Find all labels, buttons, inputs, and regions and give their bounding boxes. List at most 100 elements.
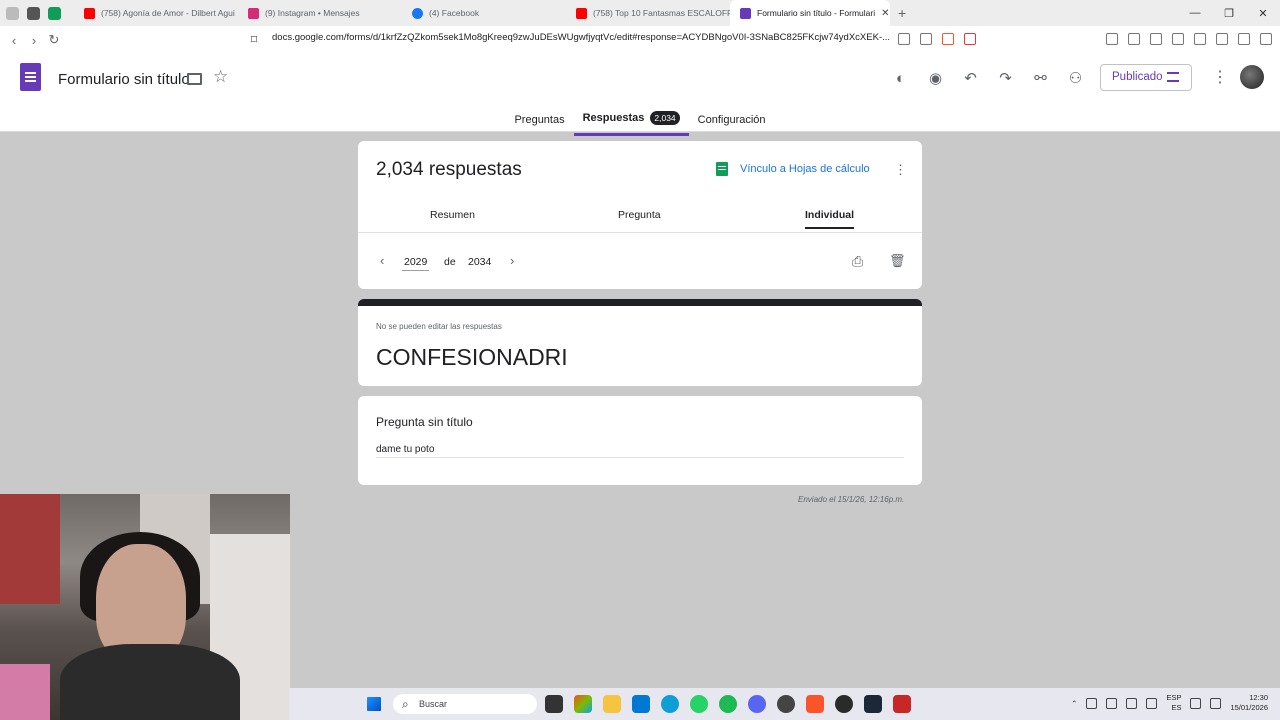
sheets-pinned-icon[interactable]	[48, 6, 61, 20]
tray-display-icon[interactable]	[1190, 697, 1202, 709]
tray-pen-icon[interactable]	[1146, 697, 1158, 709]
store-icon[interactable]	[632, 695, 650, 713]
clock-time: 12:30	[1249, 693, 1268, 702]
preview-eye-icon[interactable]: ◉	[925, 68, 946, 89]
language-label: ESP	[1166, 693, 1182, 702]
forms-icon	[740, 7, 751, 19]
responses-more-icon[interactable]: ⋮	[894, 162, 907, 178]
language-indicator[interactable]: ESP ES	[1166, 693, 1181, 713]
star-icon[interactable]: ☆	[213, 67, 228, 87]
close-window-icon[interactable]: ✕	[1246, 7, 1280, 20]
media-icon[interactable]	[1150, 33, 1162, 45]
taskbar: Buscar ⌃ ESP ES 12:30 15/01/2026	[289, 688, 1280, 720]
taskbar-search[interactable]: Buscar	[393, 694, 537, 714]
copilot-icon[interactable]	[574, 695, 592, 713]
tab-title: (758) Top 10 Fantasmas ESCALOFRIA	[593, 8, 730, 18]
zoom-icon[interactable]	[898, 33, 910, 45]
responses-count-title: 2,034 respuestas	[376, 159, 522, 180]
response-index-input[interactable]: 2029	[402, 256, 430, 271]
form-title[interactable]: Formulario sin título	[58, 71, 190, 88]
tray-chevron-icon[interactable]: ⌃	[1071, 699, 1077, 708]
print-icon[interactable]: ⎙	[852, 253, 863, 270]
redo-icon[interactable]: ↷	[995, 68, 1016, 89]
brave-shield-icon[interactable]	[942, 33, 954, 45]
task-view-icon[interactable]	[545, 695, 563, 713]
browser-tab-active[interactable]: Formulario sin título - Formulari ✕	[730, 0, 890, 26]
reload-icon[interactable]: ↻	[44, 32, 64, 48]
menu-icon[interactable]	[1260, 33, 1272, 45]
browser-tab[interactable]: (4) Facebook	[402, 0, 566, 26]
close-tab-icon[interactable]: ✕	[881, 8, 889, 19]
palette-icon[interactable]: ◐	[890, 68, 911, 89]
previous-response-icon[interactable]: ‹	[380, 253, 384, 268]
minimize-icon[interactable]: —	[1178, 7, 1212, 19]
tab-settings[interactable]: Configuración	[689, 107, 775, 136]
add-collaborator-icon[interactable]: ⚇	[1065, 68, 1086, 89]
brave-icon[interactable]	[806, 695, 824, 713]
tab-label: Configuración	[697, 113, 766, 126]
sent-timestamp: Enviado el 15/1/26, 12:16p.m.	[798, 495, 905, 504]
link-icon[interactable]: ⚯	[1030, 68, 1051, 89]
tray-volume-icon[interactable]	[1210, 697, 1222, 709]
download-icon[interactable]	[1128, 33, 1140, 45]
form-tabs: Preguntas Respuestas 2,034 Configuración	[0, 107, 1280, 136]
tab-title: (9) Instagram • Mensajes	[265, 8, 360, 18]
tab-label: Respuestas	[582, 112, 645, 124]
brave-rewards-icon[interactable]	[964, 33, 976, 45]
url-field[interactable]: docs.google.com/forms/d/1krfZzQZkom5sek1…	[272, 32, 890, 43]
more-options-icon[interactable]: ⋮	[1212, 67, 1228, 87]
answer-text: dame tu poto	[376, 444, 904, 458]
leo-icon[interactable]	[1216, 33, 1228, 45]
spotify-icon[interactable]	[719, 695, 737, 713]
tray-mic-icon[interactable]	[1126, 697, 1138, 709]
forward-icon[interactable]: ›	[24, 33, 44, 48]
edge-icon[interactable]	[661, 695, 679, 713]
new-tab-icon[interactable]: +	[898, 5, 906, 21]
browser-tab[interactable]: (758) Agonía de Amor - Dilbert Agui	[74, 0, 238, 26]
bookmark-icon[interactable]: ⌑	[244, 32, 264, 48]
forms-logo-icon[interactable]	[20, 63, 41, 91]
tab-individual[interactable]: Individual	[805, 209, 855, 229]
folder-icon[interactable]	[187, 73, 202, 85]
windows-start-icon[interactable]	[367, 697, 381, 711]
language-sub-label: ES	[1171, 703, 1182, 712]
app-icon[interactable]	[835, 695, 853, 713]
link-to-sheets-button[interactable]: Vínculo a Hojas de cálculo	[716, 162, 870, 176]
responses-summary-card: 2,034 respuestas Vínculo a Hojas de cálc…	[358, 141, 922, 289]
tab-question[interactable]: Pregunta	[618, 209, 661, 221]
tab-title: Formulario sin título - Formulari	[757, 8, 876, 18]
wallet2-icon[interactable]	[1194, 33, 1206, 45]
file-explorer-icon[interactable]	[603, 695, 621, 713]
webcam-background	[0, 664, 50, 720]
tab-questions[interactable]: Preguntas	[505, 107, 573, 136]
undo-icon[interactable]: ↶	[960, 68, 981, 89]
browser-tab[interactable]: (9) Instagram • Mensajes	[238, 0, 402, 26]
tray-app-icon[interactable]	[1086, 697, 1098, 709]
share-icon[interactable]	[920, 33, 932, 45]
browser-tab[interactable]: (758) Top 10 Fantasmas ESCALOFRIA	[566, 0, 730, 26]
vpn-icon[interactable]	[1238, 33, 1250, 45]
whatsapp-icon[interactable]	[690, 695, 708, 713]
sidebar-icon[interactable]	[1172, 33, 1184, 45]
dota-icon[interactable]	[893, 695, 911, 713]
obs-icon[interactable]	[777, 695, 795, 713]
discord-icon[interactable]	[748, 695, 766, 713]
back-icon[interactable]: ‹	[4, 33, 24, 48]
extension-icon[interactable]	[27, 6, 40, 20]
published-button[interactable]: Publicado	[1100, 64, 1192, 91]
tab-summary[interactable]: Resumen	[430, 209, 475, 221]
webcam-overlay	[0, 494, 290, 720]
avatar[interactable]	[1240, 65, 1264, 89]
restore-icon[interactable]: ❐	[1212, 7, 1246, 20]
clock[interactable]: 12:30 15/01/2026	[1230, 693, 1268, 713]
wallet-icon[interactable]	[1106, 33, 1118, 45]
tab-responses[interactable]: Respuestas 2,034	[573, 107, 689, 136]
delete-icon[interactable]: 🗑	[889, 253, 906, 269]
browser-tab-strip: (758) Agonía de Amor - Dilbert Agui (9) …	[0, 0, 1280, 26]
tray-network-icon[interactable]	[1106, 697, 1118, 709]
forms-header: Formulario sin título ☆ ◐ ◉ ↶ ↷ ⚯ ⚇ Publ…	[0, 54, 1280, 136]
next-response-icon[interactable]: ›	[510, 253, 514, 268]
steam-icon[interactable]	[864, 695, 882, 713]
browser-menu-icon[interactable]	[6, 6, 19, 20]
tab-title: (758) Agonía de Amor - Dilbert Agui	[101, 8, 235, 18]
